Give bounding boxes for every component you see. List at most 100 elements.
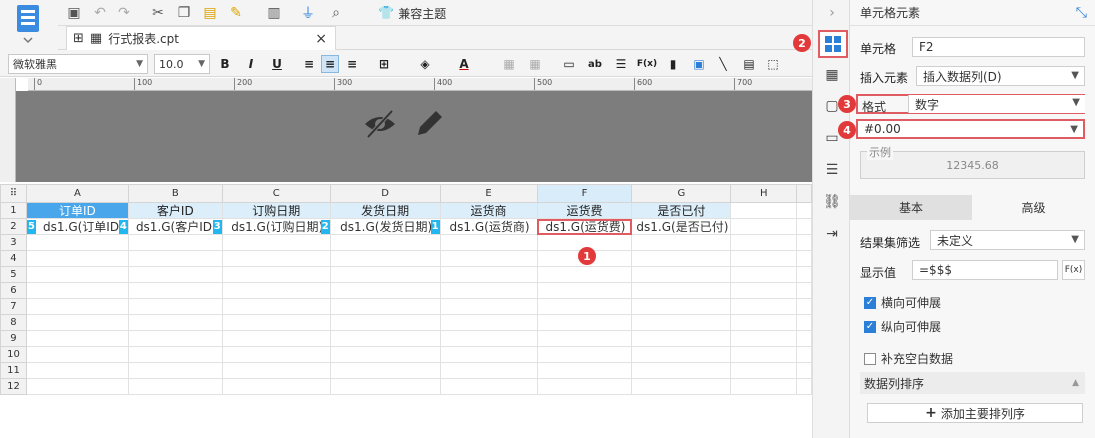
filter-select[interactable]: 未定义 ▼ [930, 230, 1085, 250]
header-cell-paid[interactable]: 是否已付 [631, 202, 732, 219]
merge-icon[interactable]: ▦ [500, 55, 518, 73]
data-cell-order-date[interactable]: ds1.G(订购日期) 2 [221, 218, 331, 235]
data-cell-customer-id[interactable]: ds1.G(客户ID) 3 [127, 218, 223, 235]
hyperlink-icon[interactable]: ⛓ [821, 191, 843, 213]
data-cell-freight[interactable]: ds1.G(运货费) [536, 218, 633, 235]
row-header[interactable]: 2 [0, 218, 27, 235]
header-cell-freight[interactable]: 运货费 [536, 202, 633, 219]
font-name-select[interactable]: 微软雅黑 ▼ [8, 54, 148, 74]
sheet-corner[interactable]: ⠿ [0, 184, 27, 203]
display-value-input[interactable]: =$$$ [912, 260, 1058, 280]
insert-slash-icon[interactable]: ╲ [714, 55, 732, 73]
paste-icon[interactable]: ▤ [200, 3, 220, 23]
insert-element-select[interactable]: 插入数据列(D) ▼ [916, 66, 1085, 86]
insert-richtext-icon[interactable]: ☰ [612, 55, 630, 73]
column-header-a[interactable]: A [25, 184, 129, 203]
table-cell[interactable] [730, 218, 798, 235]
align-right-icon[interactable]: ≡ [343, 55, 361, 73]
header-cell-order-id[interactable]: 订单ID [25, 202, 129, 219]
tab-close-icon[interactable]: × [315, 31, 327, 47]
redo-icon[interactable]: ↷ [114, 3, 134, 23]
copy-icon[interactable]: ❐ [174, 3, 194, 23]
column-header-h[interactable]: H [730, 184, 798, 203]
insert-chart-icon[interactable]: ▮ [664, 55, 682, 73]
insert-image-icon[interactable]: ▣ [690, 55, 708, 73]
column-header-e[interactable]: E [439, 184, 538, 203]
insert-cell-icon[interactable]: ▭ [560, 55, 578, 73]
add-sort-button[interactable]: + 添加主要排列序 [867, 403, 1083, 423]
vertical-expand-checkbox[interactable]: ✓ 纵向可伸展 [864, 318, 941, 335]
insert-float-icon[interactable]: ⬚ [764, 55, 782, 73]
row-header[interactable]: 9 [0, 330, 27, 347]
data-entry-icon[interactable]: ⇥ [821, 223, 843, 245]
edit-pencil-icon[interactable] [414, 107, 446, 139]
column-header-b[interactable]: B [127, 184, 223, 203]
collapse-arrow-icon[interactable]: › [821, 2, 843, 24]
row-header[interactable]: 5 [0, 266, 27, 283]
unmerge-icon[interactable]: ▦ [526, 55, 544, 73]
fill-blank-checkbox[interactable]: 补充空白数据 [864, 350, 953, 367]
column-header-i[interactable] [796, 184, 812, 203]
tab-advanced[interactable]: 高级 [972, 195, 1095, 220]
horizontal-expand-checkbox[interactable]: ✓ 横向可伸展 [864, 294, 941, 311]
cut-icon[interactable]: ✂ [148, 3, 168, 23]
conditional-format-icon[interactable]: ☰ [821, 159, 843, 181]
cell-attribute-icon[interactable]: ▦ [821, 64, 843, 86]
sort-section[interactable]: 数据列排序 ▲ [860, 372, 1085, 394]
data-cell-ship-date[interactable]: ds1.G(发货日期) 1 [329, 218, 441, 235]
app-logo[interactable] [0, 0, 58, 50]
insert-subreport-icon[interactable]: ▤ [740, 55, 758, 73]
border-icon[interactable]: ⊞ [375, 55, 393, 73]
undo-icon[interactable]: ↶ [90, 3, 110, 23]
column-header-f[interactable]: F [536, 184, 633, 203]
row-header[interactable]: 8 [0, 314, 27, 331]
save-icon[interactable]: ▣ [64, 3, 84, 23]
table-cell[interactable] [730, 202, 798, 219]
italic-button[interactable]: I [242, 55, 260, 73]
insert-text-button[interactable]: ab [586, 55, 604, 73]
row-header[interactable]: 7 [0, 298, 27, 315]
table-cell[interactable] [796, 218, 812, 235]
fill-color-icon[interactable]: ◈ [416, 55, 434, 73]
plugin-icon[interactable]: ⏚ [298, 3, 318, 23]
align-center-icon[interactable]: ≡ [321, 55, 339, 73]
table-cell[interactable] [796, 202, 812, 219]
preview-search-icon[interactable]: ⌕ [326, 3, 346, 23]
column-header-g[interactable]: G [631, 184, 732, 203]
panel-pin-icon[interactable]: ⤡ [1076, 5, 1087, 21]
text-color-button[interactable]: A [455, 55, 473, 73]
compat-theme-button[interactable]: 👕 兼容主题 [378, 3, 446, 23]
column-header-c[interactable]: C [221, 184, 331, 203]
font-size-select[interactable]: 10.0 ▼ [154, 54, 210, 74]
row-header[interactable]: 10 [0, 346, 27, 363]
header-cell-shipper[interactable]: 运货商 [439, 202, 538, 219]
header-cell-customer-id[interactable]: 客户ID [127, 202, 223, 219]
row-header[interactable]: 6 [0, 282, 27, 299]
row-header[interactable]: 11 [0, 362, 27, 379]
row-header[interactable]: 4 [0, 250, 27, 267]
bold-button[interactable]: B [216, 55, 234, 73]
header-cell-ship-date[interactable]: 发货日期 [329, 202, 441, 219]
row-header[interactable]: 1 [0, 202, 27, 219]
display-fx-button[interactable]: F(x) [1062, 260, 1085, 280]
format-painter-icon[interactable]: ✎ [226, 3, 246, 23]
underline-button[interactable]: U [268, 55, 286, 73]
column-header-d[interactable]: D [329, 184, 441, 203]
tab-report-file[interactable]: ⊞ ▦ 行式报表.cpt × [66, 26, 336, 50]
template-icon[interactable]: ▥ [264, 3, 284, 23]
row-header[interactable]: 3 [0, 234, 27, 251]
tab-basic[interactable]: 基本 [850, 195, 972, 220]
hide-eye-icon[interactable] [362, 107, 398, 141]
header-cell-order-date[interactable]: 订购日期 [221, 202, 331, 219]
format-select[interactable]: 数字 ▼ [908, 95, 1085, 113]
data-cell-shipper[interactable]: ds1.G(运货商) [439, 218, 538, 235]
format-pattern-select[interactable]: #0.00 ▼ [856, 119, 1085, 139]
insert-formula-button[interactable]: F(x) [636, 55, 658, 73]
expand-order-badge: 3 [212, 220, 222, 234]
cell-name-input[interactable]: F2 [912, 37, 1085, 57]
data-cell-order-id[interactable]: 5 ds1.G(订单ID) 4 [25, 218, 129, 235]
cell-element-tab[interactable] [818, 30, 848, 58]
row-header[interactable]: 12 [0, 378, 27, 395]
align-left-icon[interactable]: ≡ [300, 55, 318, 73]
data-cell-paid[interactable]: ds1.G(是否已付) [631, 218, 732, 235]
